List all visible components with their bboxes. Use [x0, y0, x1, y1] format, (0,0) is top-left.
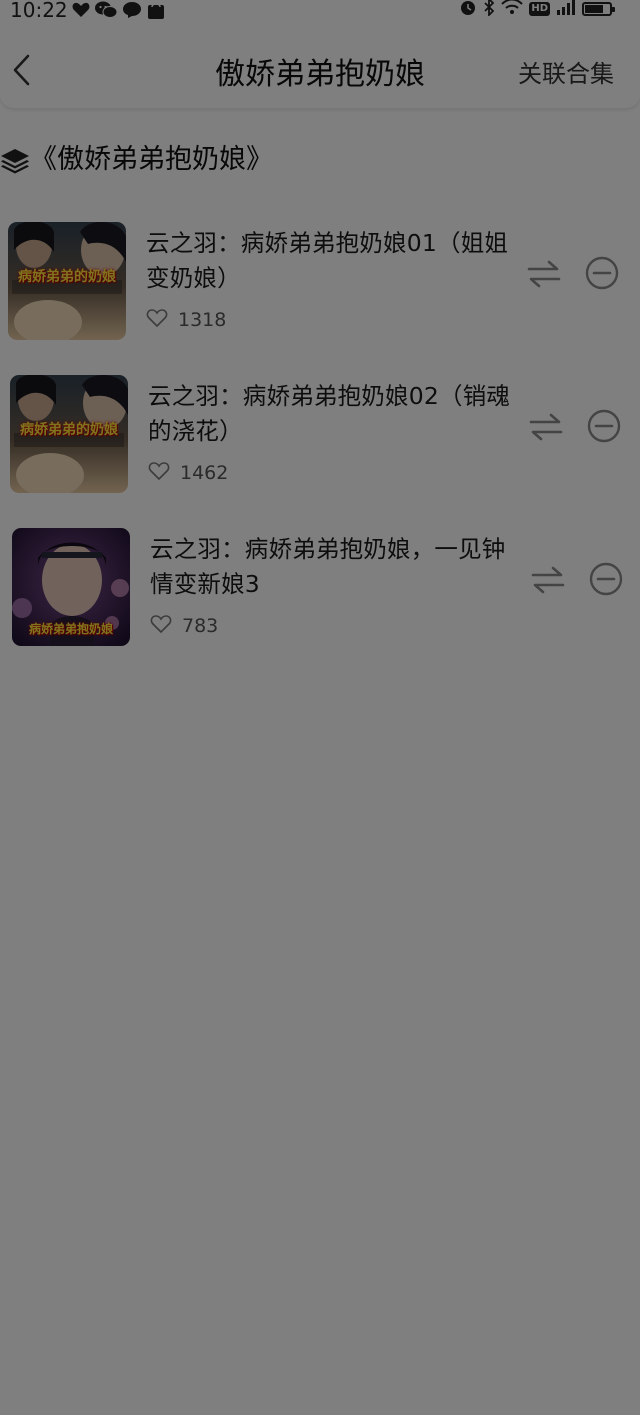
dim-overlay[interactable] — [0, 0, 640, 1415]
app-screen: 10:22 HD — [0, 0, 640, 1415]
